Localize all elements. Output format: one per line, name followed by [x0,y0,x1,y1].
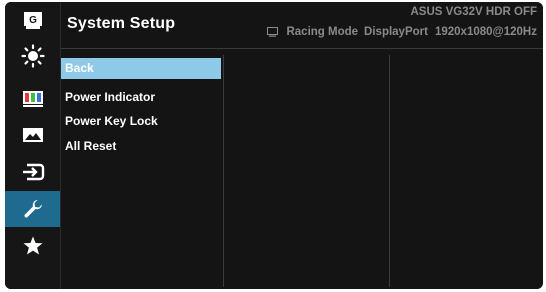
signal-status: Racing Mode DisplayPort 1920x1080@120Hz [267,26,537,38]
menu-item-power-key-lock[interactable]: Power Key Lock [61,111,221,132]
column-divider [389,55,390,287]
sidebar-item-input-select[interactable] [5,154,60,189]
sidebar-item-color[interactable] [5,81,60,116]
image-icon [22,127,43,142]
sidebar: G [5,2,61,289]
color-icon [22,90,43,107]
menu-item-power-indicator[interactable]: Power Indicator [61,87,221,108]
resolution-status: 1920x1080@120Hz [434,26,537,38]
star-icon [23,236,42,254]
page-title: System Setup [67,15,176,32]
sidebar-item-image[interactable] [5,117,60,152]
monitor-icon [267,27,279,37]
input-select-icon [22,163,44,180]
sidebar-item-brightness[interactable] [5,38,60,73]
game-mode-status: Racing Mode [286,26,359,38]
svg-text:G: G [29,15,37,26]
menu-content: Back Power Indicator Power Key Lock All … [61,49,543,289]
sidebar-item-favorite[interactable] [5,228,60,263]
brightness-icon [20,43,45,68]
column-divider [223,55,224,287]
gameplus-icon: G [23,11,42,29]
input-source-status: DisplayPort [364,26,428,38]
header: System Setup ASUS VG32V HDR OFF Racing M… [61,2,543,49]
model-status: ASUS VG32V HDR OFF [410,6,537,18]
sidebar-item-system-setup[interactable] [5,191,60,227]
wrench-icon [23,200,42,218]
osd-window: G System Setup ASUS VG32V HDR OFF Racing… [5,2,543,289]
menu-item-all-reset[interactable]: All Reset [61,136,221,157]
sidebar-item-gameplus[interactable]: G [5,2,60,37]
menu-item-back[interactable]: Back [61,58,221,79]
